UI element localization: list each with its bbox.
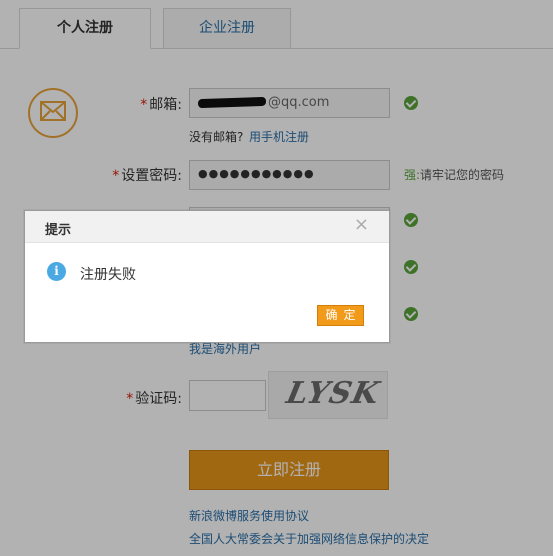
alert-dialog: 提示 × i 注册失败 确定 <box>24 210 390 343</box>
info-icon: i <box>47 262 66 281</box>
dialog-message: 注册失败 <box>80 267 136 283</box>
dialog-title: 提示 <box>45 223 72 238</box>
dialog-header: 提示 × <box>25 211 389 243</box>
close-icon[interactable]: × <box>354 216 369 234</box>
ok-button[interactable]: 确定 <box>317 305 364 326</box>
